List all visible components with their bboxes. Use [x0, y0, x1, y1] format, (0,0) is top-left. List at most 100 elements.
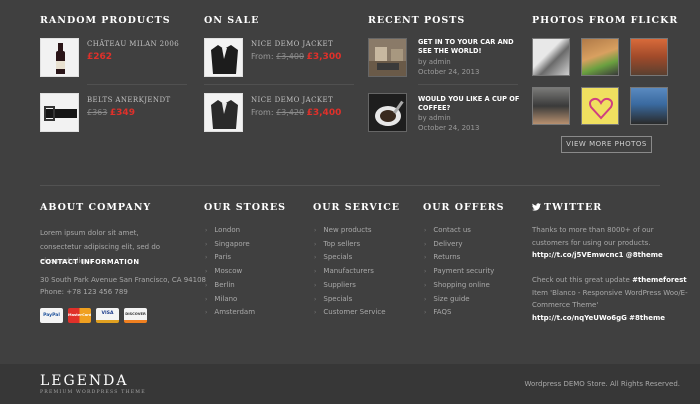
list-item[interactable]: › Milano — [205, 293, 255, 307]
twitter-heading: Twitter — [532, 202, 602, 213]
list-item[interactable]: › Specials — [314, 293, 386, 307]
list-item[interactable]: › Top sellers — [314, 238, 386, 252]
contact-info-heading: Contact Information — [40, 258, 140, 266]
site-logo[interactable]: LEGENDA — [40, 373, 129, 389]
view-more-photos-button[interactable]: View more photos — [561, 136, 652, 153]
tweet-hashtag[interactable]: #themeforest — [632, 276, 687, 284]
chevron-right-icon: › — [424, 295, 427, 303]
sale-price: £3,300 — [306, 52, 342, 62]
recent-posts-heading: Recent Posts — [368, 15, 466, 26]
old-price: £363 — [87, 108, 108, 117]
price-from-label: From: — [251, 108, 274, 117]
flickr-photo[interactable] — [630, 87, 668, 125]
about-company-heading: About Company — [40, 202, 152, 213]
tweet-handle[interactable]: @8theme — [626, 251, 663, 259]
list-item[interactable]: › London — [205, 224, 255, 238]
chevron-right-icon: › — [205, 227, 208, 234]
tweet-link[interactable]: http://t.co/nqYeUWo6gG — [532, 314, 627, 322]
tweet-link[interactable]: http://t.co/j5VEmwcnc1 — [532, 251, 624, 259]
sale-price: £3,400 — [306, 108, 342, 118]
list-item[interactable]: › Payment security — [424, 265, 494, 279]
list-item[interactable]: › FAQS — [424, 306, 494, 320]
logo-tagline: PREMIUM WORDPRESS THEME — [40, 390, 146, 395]
product-name[interactable]: Nice Demo Jacket — [251, 96, 333, 104]
product-name[interactable]: Nice Demo Jacket — [251, 40, 333, 48]
product-price: From: £3,420 £3,400 — [251, 108, 341, 118]
chevron-right-icon: › — [424, 240, 427, 248]
list-item[interactable]: › Moscow — [205, 265, 255, 279]
chevron-right-icon: › — [205, 281, 208, 289]
chevron-right-icon: › — [314, 240, 317, 248]
discover-card-icon: DISCOVER — [124, 308, 147, 323]
list-item[interactable]: › Amsterdam — [205, 306, 255, 320]
on-sale-heading: On Sale — [204, 15, 260, 26]
list-item[interactable]: › Suppliers — [314, 279, 386, 293]
list-item[interactable]: › Paris — [205, 251, 255, 265]
list-item[interactable]: › Delivery — [424, 238, 494, 252]
chevron-right-icon: › — [314, 254, 317, 262]
our-offers-heading: Our Offers — [423, 202, 505, 213]
post-author: by admin — [418, 114, 451, 122]
tweet: Check out this great update #themeforest… — [532, 274, 692, 324]
flickr-photo[interactable] — [630, 38, 668, 76]
separator — [204, 84, 354, 85]
visa-card-icon: VISA — [96, 308, 119, 323]
product-name[interactable]: Belts Anerkjendt — [87, 96, 171, 104]
chevron-right-icon: › — [314, 281, 317, 289]
separator — [87, 84, 187, 85]
list-item[interactable]: › Customer Service — [314, 306, 386, 320]
chevron-right-icon: › — [205, 240, 208, 248]
list-item[interactable]: › New products — [314, 224, 386, 238]
flickr-photo[interactable] — [532, 87, 570, 125]
chevron-right-icon: › — [205, 295, 208, 303]
tweet-text: Item 'Blanco - Responsive WordPress Woo/… — [532, 288, 688, 310]
post-date: October 24, 2013 — [418, 124, 480, 132]
separator — [418, 84, 518, 85]
tweet-hashtag[interactable]: #8theme — [629, 314, 665, 322]
list-item[interactable]: › Contact us — [424, 224, 494, 238]
list-item[interactable]: › Returns — [424, 251, 494, 265]
product-image-wine[interactable] — [40, 38, 79, 77]
chevron-right-icon: › — [424, 281, 427, 289]
flickr-photo[interactable] — [532, 38, 570, 76]
chevron-right-icon: › — [314, 268, 317, 276]
product-image-jacket[interactable] — [204, 38, 243, 77]
paypal-card-icon: PayPal — [40, 308, 63, 323]
chevron-right-icon: › — [205, 254, 208, 262]
product-name[interactable]: Château Milan 2006 — [87, 40, 179, 48]
our-stores-heading: Our Stores — [204, 202, 286, 213]
list-item[interactable]: › Singapore — [205, 238, 255, 252]
stores-list: › London › Singapore › Paris › Moscow › Berli… — [205, 224, 255, 320]
list-item[interactable]: › Size guide — [424, 293, 494, 307]
list-item[interactable]: › Shopping online — [424, 279, 494, 293]
list-item[interactable]: › Manufacturers — [314, 265, 386, 279]
chevron-right-icon: › — [424, 254, 427, 262]
tweet-text: Thanks to more than 8000+ of our custome… — [532, 226, 654, 247]
product-image-belt[interactable] — [40, 93, 79, 132]
sale-price: £349 — [109, 108, 135, 118]
post-title[interactable]: Would you like a cup of coffee? — [418, 95, 520, 113]
list-item[interactable]: › Berlin — [205, 279, 255, 293]
price-from-label: From: — [251, 52, 274, 61]
post-thumbnail-car[interactable] — [368, 38, 407, 77]
post-title[interactable]: Get in to your car and see the world! — [418, 38, 520, 56]
mastercard-card-icon: MasterCard — [68, 308, 91, 323]
list-item[interactable]: › Specials — [314, 251, 386, 265]
product-price: £262 — [87, 52, 112, 62]
chevron-right-icon: › — [205, 309, 208, 317]
flickr-photo[interactable] — [581, 38, 619, 76]
post-date: October 24, 2013 — [418, 68, 480, 76]
tweet: Thanks to more than 8000+ of our custome… — [532, 224, 692, 262]
old-price: £3,420 — [276, 108, 305, 117]
copyright-text: Wordpress DEMO Store. All Rights Reserve… — [524, 380, 680, 388]
product-price: £363 £349 — [87, 108, 135, 118]
post-thumbnail-coffee[interactable] — [368, 93, 407, 132]
product-image-jacket[interactable] — [204, 93, 243, 132]
post-author: by admin — [418, 58, 451, 66]
contact-phone: Phone: +78 123 456 789 — [40, 288, 128, 296]
section-divider — [40, 185, 660, 186]
flickr-photo[interactable] — [581, 87, 619, 125]
our-service-heading: Our Service — [313, 202, 401, 213]
tweet-text: Check out this great update — [532, 276, 630, 284]
chevron-right-icon: › — [314, 227, 317, 234]
